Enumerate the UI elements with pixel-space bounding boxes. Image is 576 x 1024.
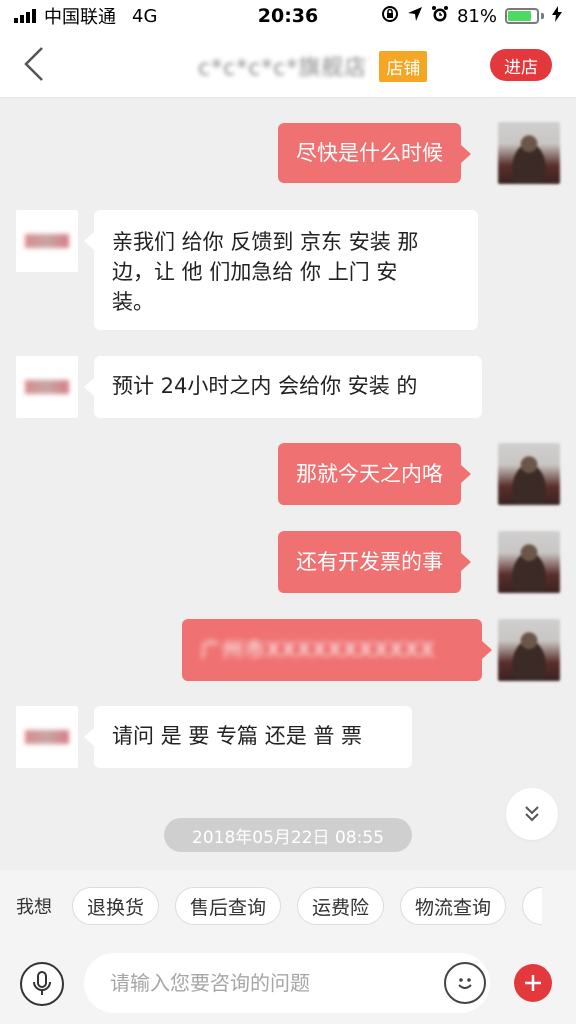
- chevron-left-icon: [24, 47, 43, 81]
- shop-title: c*c*c*c*旗舰店 店铺: [198, 50, 428, 82]
- message-line: 请问 是 要 专篇 还是 普 票: [112, 724, 363, 748]
- quick-chip-more[interactable]: [522, 887, 543, 925]
- status-left: 中国联通 4G: [14, 3, 157, 29]
- avatar[interactable]: [498, 443, 560, 505]
- shop-avatar[interactable]: [16, 706, 78, 768]
- message-list[interactable]: 尽快是什么时候 亲我们 给你 反馈到 京东 安装 那 边，让 他 们加急给 你 …: [0, 98, 576, 870]
- status-bar: 中国联通 4G 20:36 81%: [0, 0, 576, 32]
- message-line: 预计 24小时之内 会给你 安装 的: [112, 374, 418, 398]
- quick-label: 我想: [16, 897, 52, 918]
- plus-icon: [525, 975, 541, 991]
- avatar[interactable]: [498, 122, 560, 184]
- message-text: 还有开发票的事: [296, 549, 443, 574]
- signal-icon: [14, 9, 36, 23]
- rotation-lock-icon: [381, 5, 399, 28]
- more-actions-button[interactable]: [514, 964, 552, 1002]
- message-bubble-mine[interactable]: 广州市XXXXXXXXXXX: [182, 619, 492, 681]
- message-bubble-shop[interactable]: 亲我们 给你 反馈到 京东 安装 那 边，让 他 们加急给 你 上门 安 装。: [84, 210, 478, 330]
- shop-tag[interactable]: 店铺: [379, 50, 428, 82]
- shop-avatar[interactable]: [16, 210, 78, 272]
- charging-icon: [552, 5, 562, 27]
- shop-name: c*c*c*c*旗舰店: [198, 56, 368, 81]
- scroll-to-bottom-button[interactable]: [506, 788, 558, 840]
- nav-bar: c*c*c*c*旗舰店 店铺 进店: [0, 32, 576, 98]
- network-label: 4G: [132, 5, 158, 27]
- battery-percent: 81%: [456, 5, 497, 27]
- chat-screen: 中国联通 4G 20:36 81% c*c*c*c*旗舰店 店铺 进店 尽快是什…: [0, 0, 576, 1024]
- double-chevron-down-icon: [525, 806, 539, 822]
- carrier-label: 中国联通: [44, 7, 116, 28]
- status-right: 81%: [381, 5, 562, 28]
- alarm-icon: [431, 5, 449, 28]
- quick-chip-shipping-insurance[interactable]: 运费险: [297, 887, 385, 925]
- shop-avatar[interactable]: [16, 356, 78, 418]
- quick-chip-aftersale[interactable]: 售后查询: [175, 887, 282, 925]
- quick-chip-return[interactable]: 退换货: [72, 887, 160, 925]
- message-input[interactable]: [84, 953, 490, 1013]
- avatar[interactable]: [498, 531, 560, 593]
- location-icon: [407, 6, 423, 27]
- message-bubble-mine[interactable]: 还有开发票的事: [278, 531, 471, 593]
- message-text: 那就今天之内咯: [296, 461, 443, 486]
- smiley-icon: [458, 978, 472, 989]
- quick-chip-logistics[interactable]: 物流查询: [400, 887, 507, 925]
- enter-shop-button[interactable]: 进店: [490, 49, 552, 81]
- message-bubble-mine[interactable]: 尽快是什么时候: [278, 123, 471, 183]
- avatar[interactable]: [498, 619, 560, 681]
- message-bubble-mine[interactable]: 那就今天之内咯: [278, 443, 471, 505]
- message-text: 尽快是什么时候: [296, 140, 443, 165]
- message-bubble-shop[interactable]: 预计 24小时之内 会给你 安装 的: [84, 356, 482, 418]
- voice-button[interactable]: [20, 962, 64, 1006]
- input-bar: [0, 942, 576, 1024]
- battery-icon: [505, 8, 544, 24]
- message-timestamp: 2018年05月22日 08:55: [164, 818, 412, 852]
- microphone-icon: [33, 971, 51, 995]
- clock: 20:36: [257, 5, 319, 27]
- emoji-button[interactable]: [444, 962, 486, 1004]
- quick-question-bar: 我想 退换货 售后查询 运费险 物流查询: [0, 870, 576, 942]
- message-text: 广州市XXXXXXXXXXX: [200, 637, 436, 662]
- message-bubble-shop[interactable]: 请问 是 要 专篇 还是 普 票: [84, 706, 412, 768]
- back-button[interactable]: [14, 44, 54, 84]
